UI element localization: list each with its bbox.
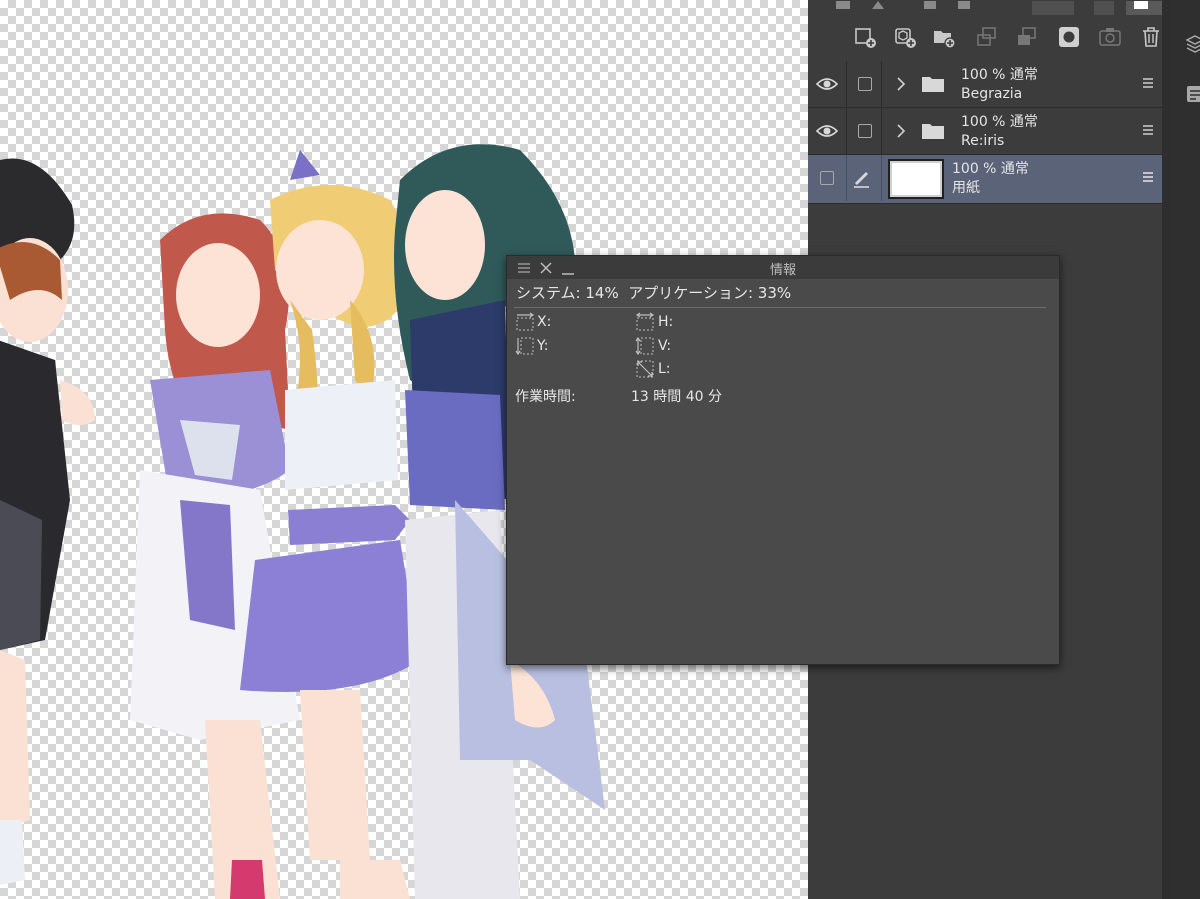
layer-row-begrazia[interactable]: 100 % 通常 Begrazia xyxy=(808,61,1162,108)
info-palette[interactable]: 情報 システム: 14% アプリケーション: 33% X: Y: H: V: L… xyxy=(506,255,1060,665)
v-label: V: xyxy=(658,338,672,354)
layer-row-reiris[interactable]: 100 % 通常 Re:iris xyxy=(808,108,1162,155)
info-title: 情報 xyxy=(769,263,796,278)
layer-menu-icon[interactable] xyxy=(1142,76,1154,90)
work-time-value: 13 時間 40 分 xyxy=(631,389,722,405)
layer-menu-icon[interactable] xyxy=(1142,123,1154,137)
layer-toolbar xyxy=(808,14,1172,62)
palette-tab-icons xyxy=(836,1,1166,15)
pen-icon xyxy=(854,172,869,188)
layer-name: 用紙 xyxy=(952,180,980,196)
new-raster-layer-icon[interactable] xyxy=(854,26,876,48)
layer-scrollbar[interactable] xyxy=(1162,0,1172,899)
length-icon xyxy=(636,360,654,378)
chevron-right-icon[interactable] xyxy=(894,76,908,92)
chevron-right-icon[interactable] xyxy=(894,123,908,139)
layer-lock-checkbox[interactable] xyxy=(858,124,872,138)
palette-side-strip xyxy=(1172,0,1200,899)
layer-row-paper[interactable]: 100 % 通常 用紙 xyxy=(808,155,1162,204)
work-time-label: 作業時間: xyxy=(515,389,576,405)
palette-top-strip xyxy=(808,0,1172,15)
layer-thumbnail xyxy=(888,159,944,199)
eye-icon[interactable] xyxy=(816,75,838,93)
combine-down-icon[interactable] xyxy=(1016,26,1038,48)
x-position-icon xyxy=(516,312,535,331)
info-body: システム: 14% アプリケーション: 33% X: Y: H: V: L: 作… xyxy=(507,279,1059,664)
layer-opacity-mode: 100 % 通常 xyxy=(961,67,1038,83)
l-label: L: xyxy=(658,361,671,377)
h-label: H: xyxy=(658,314,674,330)
layer-info: 100 % 通常 用紙 xyxy=(952,160,1029,198)
folder-icon xyxy=(922,77,944,92)
layer-name: Re:iris xyxy=(961,133,1005,149)
transfer-down-icon[interactable] xyxy=(976,26,998,48)
character-left xyxy=(0,158,95,885)
y-label: Y: xyxy=(537,338,549,354)
layer-opacity-mode: 100 % 通常 xyxy=(952,161,1029,177)
layer-lock-checkbox[interactable] xyxy=(858,77,872,91)
new-folder-icon[interactable] xyxy=(933,26,955,48)
property-palette-icon[interactable] xyxy=(1186,84,1200,104)
mask-camera-icon[interactable] xyxy=(1099,26,1121,48)
info-titlebar[interactable]: 情報 xyxy=(507,256,1059,279)
eye-icon[interactable] xyxy=(816,122,838,140)
folder-icon xyxy=(922,124,944,139)
y-position-icon xyxy=(515,337,534,356)
trash-icon[interactable] xyxy=(1140,26,1162,48)
layer-info: 100 % 通常 Re:iris xyxy=(961,113,1038,151)
layer-mask-icon[interactable] xyxy=(1058,26,1080,48)
layer-opacity-mode: 100 % 通常 xyxy=(961,114,1038,130)
x-label: X: xyxy=(537,314,552,330)
system-usage: システム: 14% xyxy=(516,284,619,302)
app-usage: アプリケーション: 33% xyxy=(628,284,792,302)
width-icon xyxy=(635,312,655,331)
visibility-checkbox[interactable] xyxy=(820,171,834,185)
layers-palette-icon[interactable] xyxy=(1186,34,1200,54)
new-vector-layer-icon[interactable] xyxy=(894,26,916,48)
usage-line: システム: 14% アプリケーション: 33% xyxy=(516,282,791,303)
info-separator xyxy=(514,307,1046,308)
height-icon xyxy=(635,336,654,356)
layer-info: 100 % 通常 Begrazia xyxy=(961,66,1038,104)
character-red-hair xyxy=(130,213,300,899)
layer-menu-icon[interactable] xyxy=(1142,170,1154,184)
layer-name: Begrazia xyxy=(961,86,1023,102)
